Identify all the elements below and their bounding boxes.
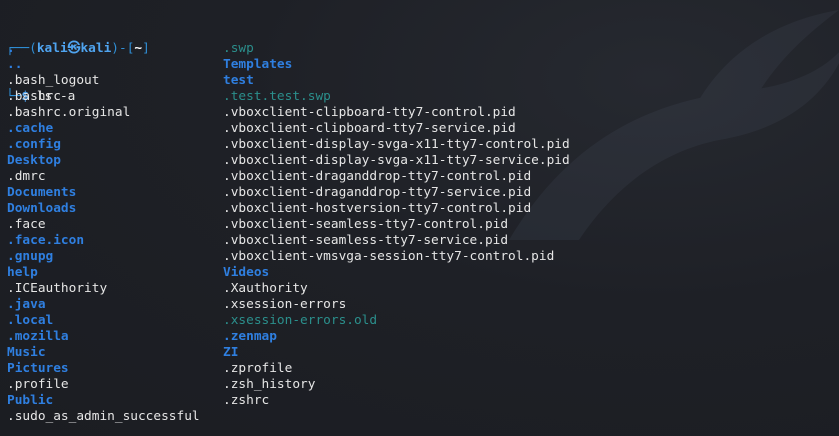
file-entry: .vboxclient-hostversion-tty7-control.pid [223, 201, 532, 216]
directory-entry: Public [7, 393, 54, 408]
file-entry: .xsession-errors [223, 297, 347, 312]
file-entry: .vboxclient-vmsvga-session-tty7-control.… [223, 249, 555, 264]
directory-entry: .face.icon [7, 233, 85, 248]
directory-entry: Templates [223, 57, 293, 72]
file-entry: .profile [7, 377, 69, 392]
directory-entry: Videos [223, 265, 270, 280]
file-entry: .vboxclient-seamless-tty7-control.pid [223, 217, 509, 232]
file-entry: .test.test.swp [223, 89, 331, 104]
file-entry: .vboxclient-display-svga-x11-tty7-servic… [223, 153, 570, 168]
directory-entry: .mozilla [7, 329, 69, 344]
file-entry: .sudo_as_admin_successful [7, 409, 200, 424]
directory-entry: Pictures [7, 361, 69, 376]
file-entry: .zsh_history [223, 377, 316, 392]
file-entry: .bash_logout [7, 73, 100, 88]
file-entry: .vboxclient-seamless-tty7-service.pid [223, 233, 509, 248]
directory-entry: Documents [7, 185, 77, 200]
file-entry: .bashrc.original [7, 105, 131, 120]
file-entry: .vboxclient-clipboard-tty7-control.pid [223, 105, 516, 120]
file-entry: .bashrc [7, 89, 61, 104]
directory-entry: .cache [7, 121, 54, 136]
directory-entry: .local [7, 313, 54, 328]
directory-entry: test [223, 73, 254, 88]
file-entry: .Xauthority [223, 281, 308, 296]
terminal-window[interactable]: ┌──(kali㉿kali)-[~] └─$ ls -a ... .bash_lo… [0, 0, 839, 436]
directory-entry: .. [7, 57, 23, 72]
file-entry: .vboxclient-display-svga-x11-tty7-contro… [223, 137, 570, 152]
directory-entry: .gnupg [7, 249, 54, 264]
directory-entry: Downloads [7, 201, 77, 216]
file-entry: .face [7, 217, 46, 232]
file-entry: .vboxclient-draganddrop-tty7-service.pid [223, 185, 532, 200]
directory-entry: ZI [223, 345, 239, 360]
directory-entry: .config [7, 137, 61, 152]
file-entry: .vboxclient-clipboard-tty7-service.pid [223, 121, 516, 136]
directory-entry: help [7, 265, 38, 280]
file-entry: .swp [223, 41, 254, 56]
file-entry: .zshrc [223, 393, 270, 408]
file-entry: .ICEauthority [7, 281, 108, 296]
listing-column-1: ... .bash_logout .bashrc .bashrc.original .c… [7, 41, 200, 425]
directory-entry: .java [7, 297, 46, 312]
file-entry: .dmrc [7, 169, 46, 184]
directory-entry: . [7, 41, 15, 56]
directory-entry: Music [7, 345, 46, 360]
file-entry: .xsession-errors.old [223, 313, 378, 328]
file-entry: .zprofile [223, 361, 293, 376]
listing-column-2: .swp Templates test .test.test.swp .vboxclie… [223, 41, 570, 409]
directory-entry: Desktop [7, 153, 61, 168]
directory-entry: .zenmap [223, 329, 277, 344]
file-entry: .vboxclient-draganddrop-tty7-control.pid [223, 169, 532, 184]
